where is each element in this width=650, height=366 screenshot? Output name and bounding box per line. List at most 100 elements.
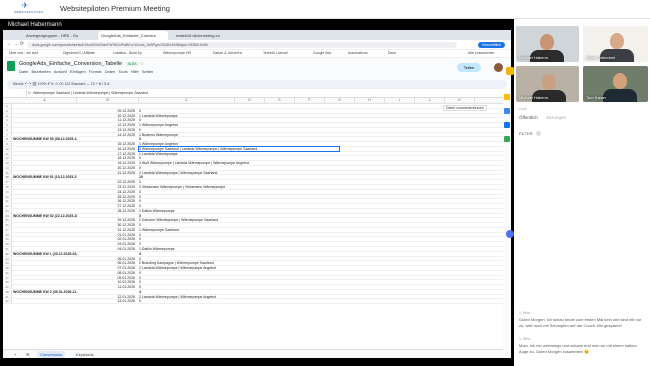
cell-c[interactable]: 0 — [139, 109, 339, 113]
cell-b[interactable]: 14.12.2025 — [77, 133, 137, 137]
sheet-tab-conversions[interactable]: Conversions — [37, 351, 66, 358]
cell-a[interactable]: WOCHENSUMME KW 50 (08.12.2025-14.12.2025… — [13, 137, 77, 141]
cell-c[interactable]: 2 Viessmann Wärmepumpe | Viessmann Wärme… — [139, 185, 339, 189]
cell-c[interactable]: 2 Lambda Wärmepumpe | Wärmepumpe Angebot — [139, 295, 339, 299]
cell-c[interactable]: 0 — [139, 166, 339, 170]
cell-c[interactable]: 2 Branding Kampagne | Wärmepumpe Saarlan… — [139, 261, 339, 265]
chat-tab-private[interactable]: Sitzungen — [546, 115, 566, 120]
row-number[interactable]: 11 — [3, 151, 12, 156]
cell-b[interactable]: 03.01.2026 — [77, 242, 137, 246]
row-number[interactable]: 28 — [3, 232, 12, 237]
cell-c[interactable]: 0 — [139, 204, 339, 208]
cell-b[interactable]: 23.12.2025 — [77, 185, 137, 189]
cell-b[interactable]: 02.01.2026 — [77, 237, 137, 241]
cell-b[interactable]: 16.12.2025 — [77, 147, 137, 151]
row-number[interactable]: 12 — [3, 156, 12, 160]
row-number[interactable]: 20 — [3, 194, 12, 199]
cell-b[interactable]: 31.12.2025 — [77, 228, 137, 232]
star-icon[interactable]: ☆ — [140, 61, 144, 66]
keep-icon[interactable] — [504, 94, 510, 100]
row-number[interactable]: 23 — [3, 208, 12, 213]
cell-c[interactable]: 1 Wärmepumpe Angebot — [139, 123, 339, 127]
cell-c[interactable]: 1 Lambda Wärmepumpe — [139, 114, 339, 118]
cell-b[interactable]: 29.12.2025 — [77, 218, 137, 222]
browser-tab[interactable]: Anzeigengruppen - HRE - Go — [23, 31, 83, 40]
chat-toggle-icon[interactable] — [506, 230, 514, 238]
cell-c[interactable]: 1 Buderus Wärmepumpe — [139, 133, 339, 137]
cell-c[interactable]: 3 Wärmepumpe Saarland | Lambda Wärmepump… — [138, 145, 340, 153]
row-number[interactable]: 22 — [3, 204, 12, 208]
row-number[interactable]: 41 — [3, 294, 12, 299]
raise-hand-icon[interactable] — [506, 67, 514, 75]
row-number[interactable]: 4 — [3, 118, 12, 122]
bookmark[interactable]: Alle Lesezeichen — [468, 51, 494, 55]
row-number[interactable]: 3 — [3, 113, 12, 118]
cell-b[interactable]: 26.12.2025 — [77, 199, 137, 203]
cell-c[interactable]: 3 — [139, 137, 339, 141]
cell-b[interactable]: 01.01.2026 — [77, 233, 137, 237]
row-number[interactable]: 17 — [3, 180, 12, 184]
bookmark[interactable]: Digistore24 | Affiliate — [63, 51, 95, 55]
bookmark[interactable]: Über uns - wir sind — [9, 51, 38, 55]
row-number[interactable]: 5 — [3, 123, 12, 127]
cell-b[interactable]: 09.12.2025 — [77, 109, 137, 113]
cell-c[interactable]: 1 Wärmepumpe Saarland — [139, 228, 339, 232]
cell-b[interactable]: 20.12.2025 — [77, 166, 137, 170]
tasks-icon[interactable] — [504, 108, 510, 114]
user-avatar[interactable] — [494, 63, 503, 72]
cell-b[interactable]: 08.01.2026 — [77, 271, 137, 275]
cell-c[interactable]: 4 — [139, 290, 339, 294]
nav-arrows-icon[interactable]: ← → ⟳ — [7, 41, 24, 47]
cell-b[interactable]: 10.12.2025 — [77, 114, 137, 118]
sheets-menu[interactable]: Datei Bearbeiten Ansicht Einfügen Format… — [19, 69, 153, 74]
cell-c[interactable]: 0 — [139, 190, 339, 194]
cell-c[interactable]: 0 — [139, 195, 339, 199]
row-number[interactable]: 6 — [3, 127, 12, 132]
cell-b[interactable]: 11.01.2026 — [77, 285, 137, 289]
cell-a[interactable]: WOCHENSUMME KW 2 (05.01.2026-11.01.2026) — [13, 290, 77, 294]
cell-b[interactable]: 24.12.2025 — [77, 190, 137, 194]
sheet-tab-keywords[interactable]: Keywords — [73, 351, 97, 358]
cell-b[interactable]: 18.12.2025 — [77, 156, 137, 160]
row-number[interactable]: 35 — [3, 266, 12, 270]
row-number[interactable]: 30 — [3, 242, 12, 246]
row-number[interactable]: 7 — [3, 132, 12, 137]
cell-b[interactable]: 19.12.2025 — [77, 161, 137, 165]
row-number[interactable]: 32 — [3, 251, 12, 256]
cell-a[interactable]: WOCHENSUMME KW 1 (29.12.2025-04.01.2026) — [13, 252, 77, 256]
maps-icon[interactable] — [504, 136, 510, 142]
cell-c[interactable]: 0 — [139, 199, 339, 203]
bookmark[interactable]: Dach — [388, 51, 396, 55]
cell-b[interactable]: 13.12.2025 — [77, 128, 137, 132]
row-number[interactable]: 10 — [3, 146, 12, 151]
row-number[interactable]: 36 — [3, 270, 12, 275]
filter-icon[interactable] — [536, 131, 541, 136]
row-number[interactable]: 34 — [3, 261, 12, 265]
cell-b[interactable]: 06.01.2026 — [77, 261, 137, 265]
document-name[interactable]: GoogleAds_Einfache_Conversion_Tabelle XL… — [19, 61, 144, 67]
cell-c[interactable]: 0 — [139, 276, 339, 280]
cell-c[interactable]: 0 — [139, 285, 339, 289]
cell-c[interactable]: 10 — [139, 175, 339, 179]
row-number[interactable]: 29 — [3, 237, 12, 241]
profile-button[interactable]: Geschäftlich — [477, 42, 505, 48]
row-number[interactable]: 2 — [3, 108, 12, 113]
cell-b[interactable]: 07.01.2026 — [77, 266, 137, 270]
cell-b[interactable]: 12.01.2026 — [77, 295, 137, 299]
all-sheets-button[interactable]: ☰ — [23, 351, 33, 358]
row-number[interactable]: 33 — [3, 256, 12, 260]
cell-c[interactable]: 2 Lambda Wärmepumpe | Wärmepumpe Angebot — [139, 266, 339, 270]
share-button[interactable]: Teilen — [457, 63, 481, 72]
contacts-icon[interactable] — [504, 122, 510, 128]
cell-b[interactable]: 17.12.2025 — [77, 152, 137, 156]
row-number[interactable]: 16 — [3, 175, 12, 179]
cell-c[interactable]: 0 — [139, 180, 339, 184]
cell-c[interactable]: 0 — [139, 237, 339, 241]
cell-b[interactable]: 09.01.2026 — [77, 276, 137, 280]
row-number[interactable]: 42 — [3, 299, 12, 303]
bookmark[interactable]: Technik Livecall — [263, 51, 288, 55]
cell-a[interactable]: WOCHENSUMME KW 51 (15.12.2025-21.12.2025… — [13, 175, 77, 179]
row-number[interactable]: 8 — [3, 137, 12, 141]
cell-b[interactable]: 05.01.2026 — [77, 257, 137, 261]
sheet-grid[interactable]: A B C D E F G H I J K 1 2 09.12.2025 0 3 10.1… — [3, 98, 511, 330]
